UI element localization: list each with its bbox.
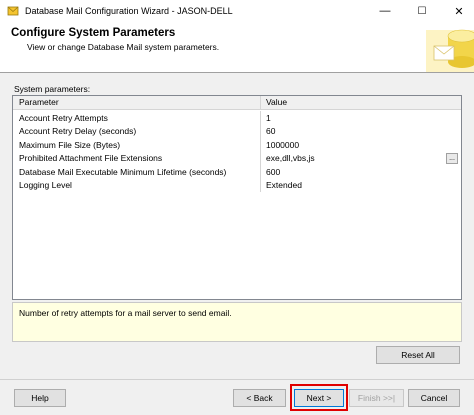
parameter-name: Account Retry Delay (seconds): [13, 124, 261, 138]
system-parameters-label: System parameters:: [14, 84, 91, 94]
system-parameters-grid[interactable]: Parameter Value Account Retry Attempts 1…: [12, 95, 462, 300]
table-row[interactable]: Database Mail Executable Minimum Lifetim…: [13, 165, 461, 179]
app-icon: [7, 5, 19, 17]
table-row[interactable]: Logging Level Extended: [13, 178, 461, 193]
grid-header-row: Parameter Value: [13, 96, 461, 110]
wizard-header: Configure System Parameters View or chan…: [0, 22, 474, 72]
close-button[interactable]: ✕: [444, 0, 474, 22]
table-row[interactable]: Prohibited Attachment File Extensions ex…: [13, 151, 461, 166]
table-row[interactable]: Maximum File Size (Bytes) 1000000: [13, 138, 461, 152]
parameter-name: Logging Level: [13, 178, 261, 192]
table-row[interactable]: Account Retry Delay (seconds) 60: [13, 124, 461, 139]
page-subtitle: View or change Database Mail system para…: [27, 42, 220, 52]
header-divider: [0, 72, 474, 73]
window-title: Database Mail Configuration Wizard - JAS…: [25, 6, 233, 16]
parameter-value-cell[interactable]: exe,dll,vbs,js ...: [261, 152, 461, 166]
database-mail-icon: [426, 29, 474, 72]
parameter-description: Number of retry attempts for a mail serv…: [12, 302, 462, 342]
title-bar: Database Mail Configuration Wizard - JAS…: [0, 0, 474, 22]
cancel-button[interactable]: Cancel: [408, 389, 460, 407]
column-header-parameter: Parameter: [13, 96, 261, 109]
ellipsis-button[interactable]: ...: [446, 152, 458, 164]
back-button[interactable]: < Back: [233, 389, 286, 407]
parameter-value[interactable]: Extended: [261, 179, 461, 193]
page-title: Configure System Parameters: [11, 27, 176, 39]
parameter-value[interactable]: 1: [261, 111, 461, 125]
parameter-name: Prohibited Attachment File Extensions: [13, 151, 261, 165]
maximize-button[interactable]: ☐: [407, 0, 437, 22]
minimize-button[interactable]: —: [370, 0, 400, 22]
parameter-value[interactable]: exe,dll,vbs,js: [266, 153, 315, 163]
parameter-value[interactable]: 60: [261, 125, 461, 139]
parameter-name: Account Retry Attempts: [13, 111, 261, 125]
column-header-value: Value: [266, 97, 288, 108]
parameter-name: Database Mail Executable Minimum Lifetim…: [13, 165, 261, 179]
parameter-name: Maximum File Size (Bytes): [13, 138, 261, 152]
reset-all-button[interactable]: Reset All: [376, 346, 460, 364]
parameter-value[interactable]: 1000000: [261, 138, 461, 152]
table-row[interactable]: Account Retry Attempts 1: [13, 111, 461, 125]
next-button-highlight: [290, 384, 348, 411]
parameter-value[interactable]: 600: [261, 165, 461, 179]
help-button[interactable]: Help: [14, 389, 66, 407]
finish-button: Finish >>|: [349, 389, 404, 407]
footer-divider: [0, 379, 474, 380]
